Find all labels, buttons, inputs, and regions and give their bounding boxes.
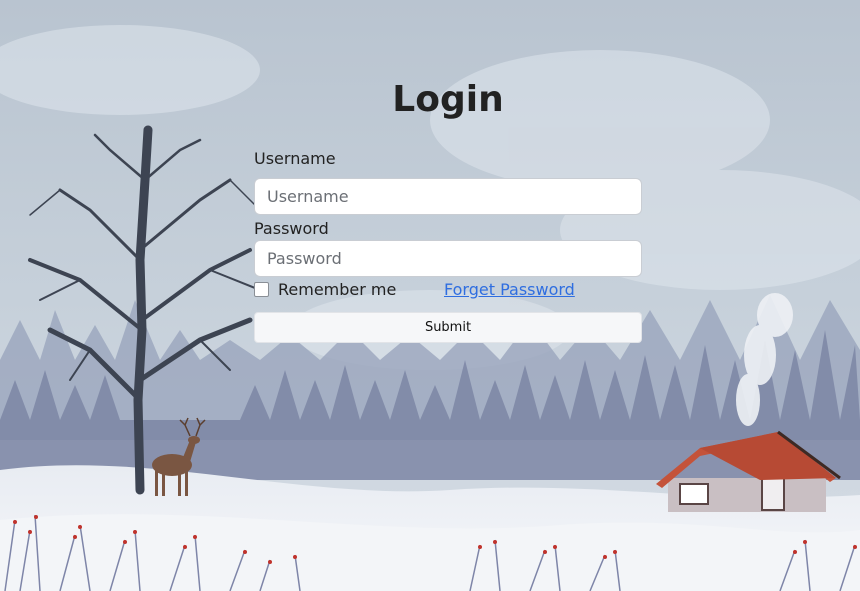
password-label: Password [254,219,329,238]
username-label: Username [254,149,336,168]
remember-me-checkbox[interactable] [254,282,269,297]
password-input[interactable] [254,240,642,277]
login-form: Login Username Password Remember me Forg… [254,78,642,343]
page-title: Login [392,79,504,120]
username-input[interactable] [254,178,642,215]
remember-row: Remember me Forget Password [254,279,642,301]
submit-button[interactable]: Submit [254,312,642,343]
remember-me-label[interactable]: Remember me [278,280,396,299]
forgot-password-link[interactable]: Forget Password [444,280,575,299]
